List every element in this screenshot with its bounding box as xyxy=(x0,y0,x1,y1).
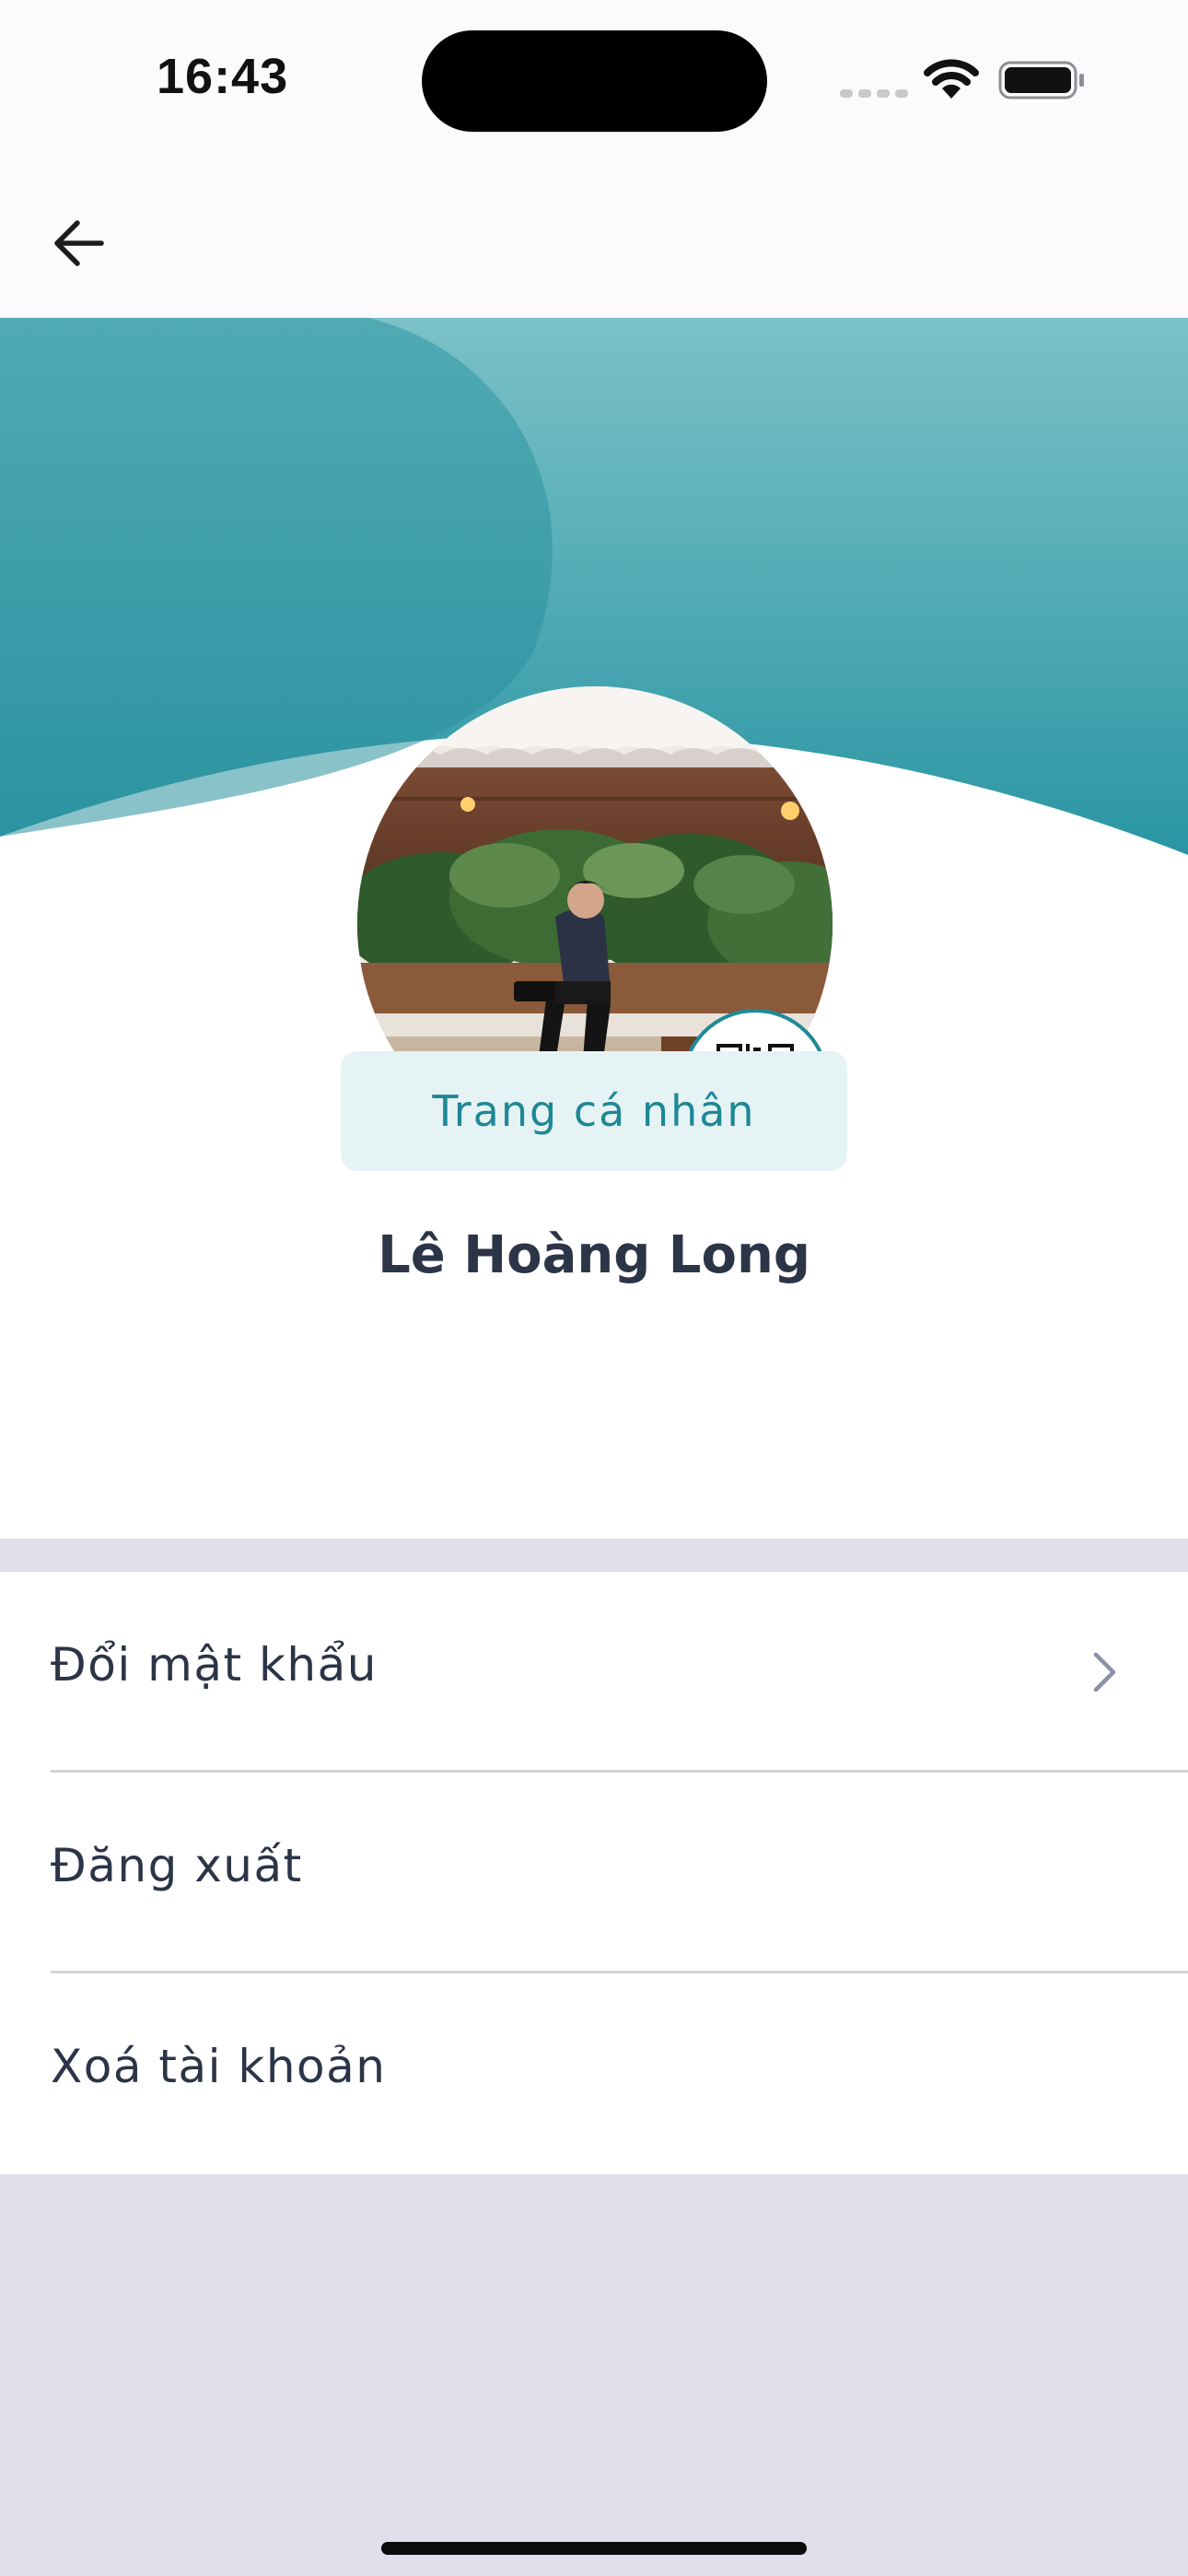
profile-header-card: Lê Hoàng Long xyxy=(0,318,1188,1539)
dynamic-island xyxy=(422,30,767,132)
chevron-right-icon xyxy=(1093,1652,1116,1692)
menu-item-label: Đăng xuất xyxy=(51,1839,303,1892)
status-time: 16:43 xyxy=(157,49,289,104)
wifi-icon xyxy=(923,58,980,104)
menu-item-label: Xoá tài khoản xyxy=(51,2040,387,2093)
navigation-bar xyxy=(0,157,1188,319)
cellular-signal-icon xyxy=(840,84,914,101)
menu-item-logout[interactable]: Đăng xuất xyxy=(0,1773,1188,1973)
back-arrow-icon[interactable] xyxy=(48,214,107,273)
profile-name: Lê Hoàng Long xyxy=(378,1225,810,1285)
menu-item-change-password[interactable]: Đổi mật khẩu xyxy=(0,1572,1188,1773)
battery-icon xyxy=(998,61,1087,103)
menu-item-label: Đổi mật khẩu xyxy=(51,1638,378,1692)
menu-item-delete-account[interactable]: Xoá tài khoản xyxy=(0,1973,1188,2174)
profile-page-button[interactable]: Trang cá nhân xyxy=(341,1051,847,1171)
settings-menu: Đổi mật khẩu Đăng xuất Xoá tài khoản xyxy=(0,1572,1188,2174)
home-indicator[interactable] xyxy=(381,2542,807,2555)
